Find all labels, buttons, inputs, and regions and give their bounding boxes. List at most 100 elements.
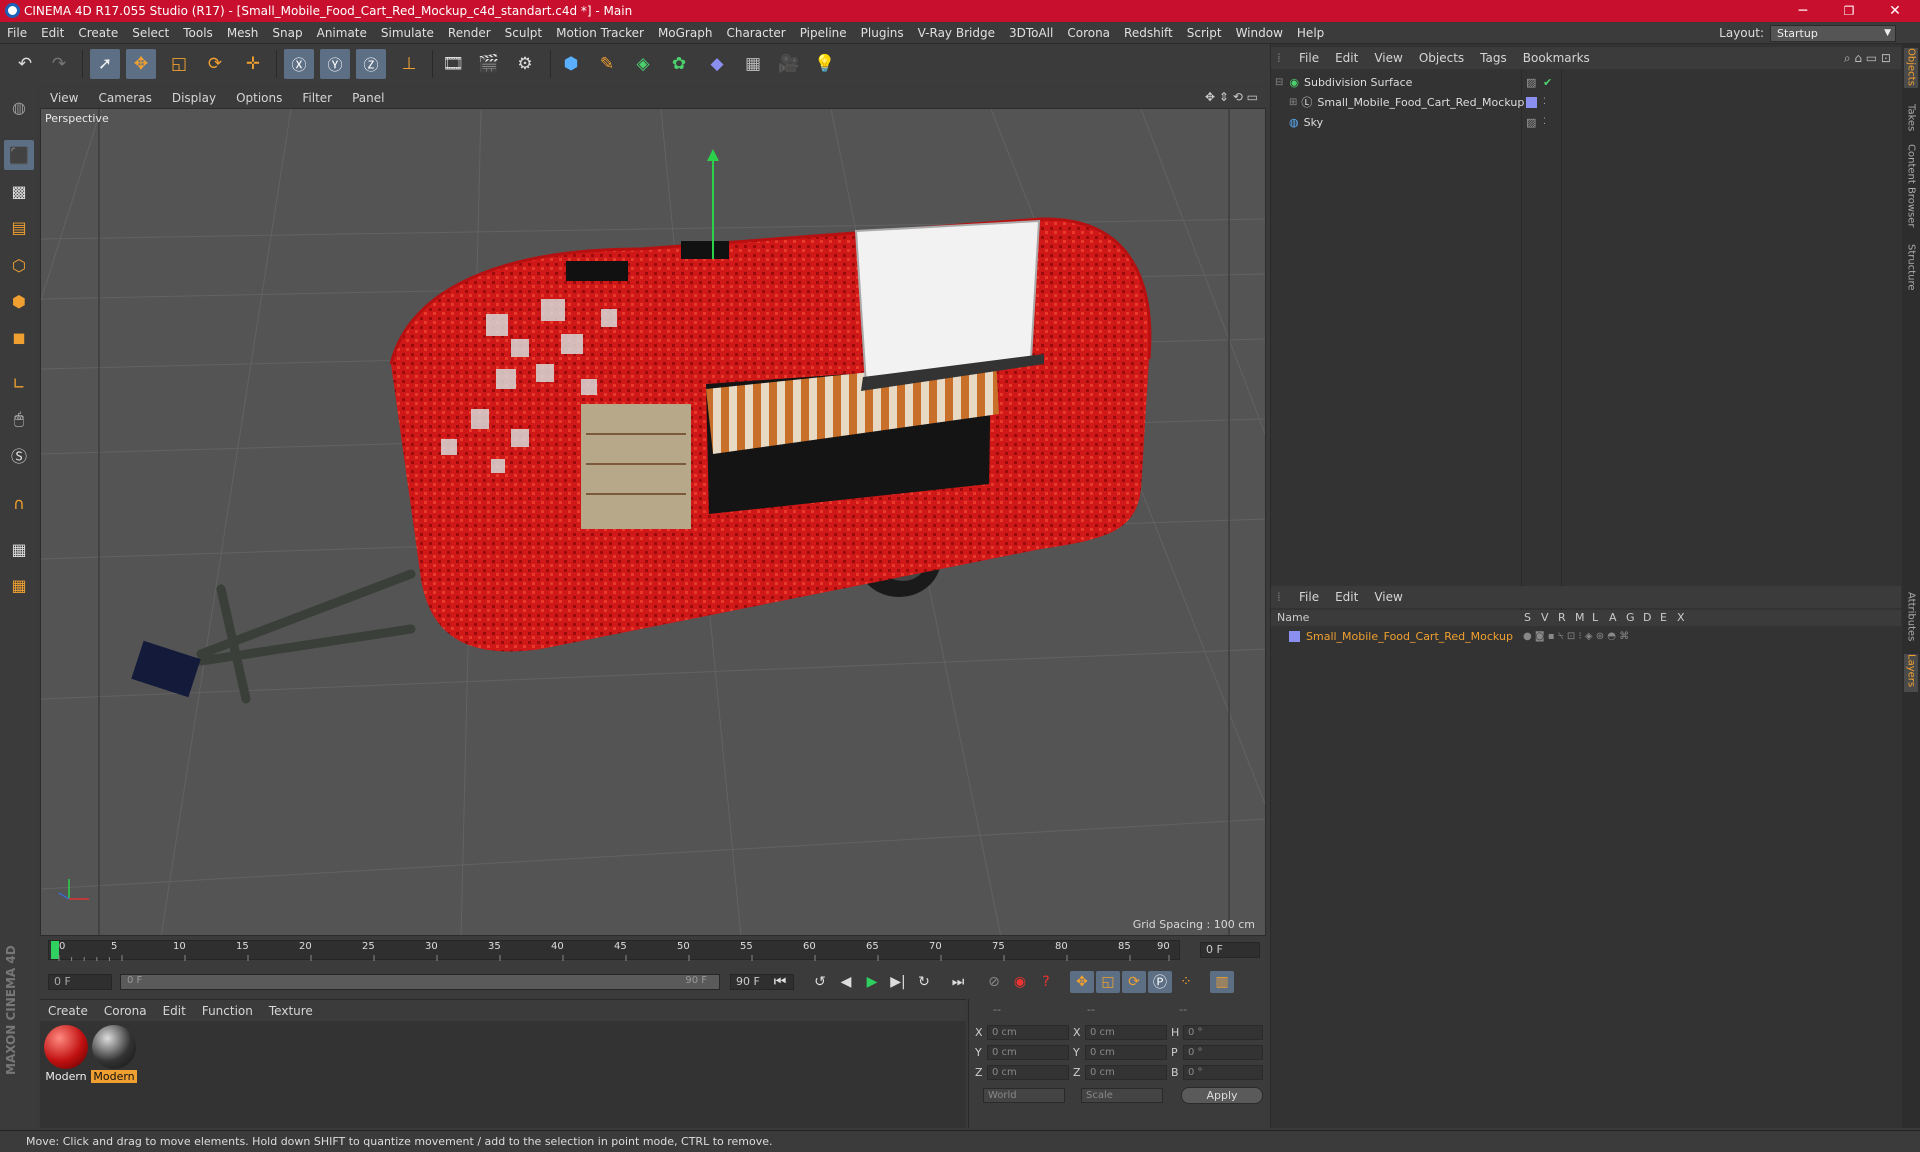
go-to-end-icon[interactable]: ⏭	[946, 971, 970, 993]
texture-mode-icon[interactable]: ▩	[4, 176, 34, 206]
menu-window[interactable]: Window	[1229, 26, 1290, 40]
collapse-icon[interactable]: ⊟	[1275, 77, 1283, 88]
edges-mode-icon[interactable]: ⬢	[4, 286, 34, 316]
rotate-tool-icon[interactable]: ⟳	[200, 49, 230, 79]
go-to-start-icon[interactable]: ⏮	[768, 971, 792, 993]
timeline-ruler[interactable]: 0 5 10 15 20 25 30 35 40 45 50 55 60 65 …	[40, 936, 1266, 964]
rotation-b-field[interactable]: 0 °	[1183, 1065, 1263, 1080]
layer-col-name[interactable]: Name	[1277, 611, 1309, 624]
render-settings-icon[interactable]: ⚙	[510, 49, 540, 79]
tweak-mode-icon[interactable]: 🖱	[4, 404, 34, 434]
material-menu-function[interactable]: Function	[194, 1004, 261, 1018]
menu-sculpt[interactable]: Sculpt	[498, 26, 549, 40]
expand-icon[interactable]: ⊞	[1289, 97, 1297, 108]
key-parameter-icon[interactable]: Ⓟ	[1148, 971, 1172, 993]
layer-col-g[interactable]: G	[1626, 611, 1635, 624]
cube-primitive-icon[interactable]: ⬢	[556, 49, 586, 79]
axis-mode-icon[interactable]: ∟	[4, 368, 34, 398]
material-menu-texture[interactable]: Texture	[261, 1004, 321, 1018]
snap-icon[interactable]: Ⓢ	[4, 440, 34, 470]
world-dropdown[interactable]: World	[983, 1088, 1065, 1103]
layer-menu-edit[interactable]: Edit	[1327, 590, 1366, 604]
tab-content-browser[interactable]: Content Browser	[1904, 144, 1918, 234]
layer-menu-file[interactable]: File	[1291, 590, 1327, 604]
position-y-field[interactable]: 0 cm	[987, 1045, 1069, 1060]
viewport-nav-icons[interactable]: ✥ ⇕ ⟲ ▭	[1205, 90, 1258, 104]
key-pla-icon[interactable]: ⁘	[1174, 971, 1198, 993]
object-menu-tags[interactable]: Tags	[1472, 51, 1515, 65]
object-menu-file[interactable]: File	[1291, 51, 1327, 65]
menu-tools[interactable]: Tools	[176, 26, 220, 40]
camera-icon[interactable]: 🎥	[774, 49, 804, 79]
planar-workplane-icon[interactable]: ▦	[4, 570, 34, 600]
key-scale-icon[interactable]: ◱	[1096, 971, 1120, 993]
layer-menu-view[interactable]: View	[1366, 590, 1410, 604]
layer-color-swatch[interactable]	[1526, 96, 1537, 108]
layer-col-s[interactable]: S	[1524, 611, 1531, 624]
scale-tool-icon[interactable]: ◱	[164, 49, 194, 79]
timeline-window-icon[interactable]: ▥	[1210, 971, 1234, 993]
panel-grip-icon[interactable]: ⁞	[1277, 51, 1291, 65]
viewport-menu-display[interactable]: Display	[162, 91, 226, 105]
polygons-mode-icon[interactable]: ◼	[4, 322, 34, 352]
next-frame-icon[interactable]: ▶|	[886, 971, 910, 993]
play-icon[interactable]: ▶	[860, 971, 884, 993]
layer-col-l[interactable]: L	[1592, 611, 1598, 624]
floor-scene-icon[interactable]: ▦	[738, 49, 768, 79]
layer-col-x[interactable]: X	[1677, 611, 1685, 624]
panel-grip-icon[interactable]: ⁞	[1277, 590, 1291, 604]
deformer-icon[interactable]: ◆	[702, 49, 732, 79]
rotation-p-field[interactable]: 0 °	[1183, 1045, 1263, 1060]
object-menu-bookmarks[interactable]: Bookmarks	[1515, 51, 1598, 65]
perspective-viewport[interactable]: Perspective Grid Spacing : 100 cm	[40, 108, 1266, 936]
tab-structure[interactable]: Structure	[1904, 244, 1918, 294]
undo-icon[interactable]: ↶	[10, 49, 40, 79]
position-z-field[interactable]: 0 cm	[987, 1065, 1069, 1080]
menu-snap[interactable]: Snap	[265, 26, 309, 40]
enabled-check-icon[interactable]: ✔	[1543, 76, 1552, 89]
material-swatch[interactable]: Modern	[43, 1024, 89, 1083]
restore-button[interactable]: ❐	[1826, 0, 1872, 22]
object-row-sky[interactable]: ◍ Sky ▨ ⁚	[1271, 112, 1901, 132]
menu-help[interactable]: Help	[1290, 26, 1331, 40]
layer-col-m[interactable]: M	[1575, 611, 1585, 624]
z-axis-lock-icon[interactable]: Ⓩ	[356, 49, 386, 79]
menu-animate[interactable]: Animate	[310, 26, 374, 40]
menu-script[interactable]: Script	[1180, 26, 1229, 40]
menu-vray-bridge[interactable]: V-Ray Bridge	[911, 26, 1002, 40]
layer-col-r[interactable]: R	[1558, 611, 1566, 624]
object-menu-objects[interactable]: Objects	[1411, 51, 1472, 65]
menu-plugins[interactable]: Plugins	[854, 26, 911, 40]
menu-motion-tracker[interactable]: Motion Tracker	[549, 26, 651, 40]
layer-col-e[interactable]: E	[1660, 611, 1667, 624]
close-button[interactable]: ✕	[1872, 0, 1918, 22]
record-active-icon[interactable]: ◉	[1008, 971, 1032, 993]
layer-color-swatch[interactable]	[1289, 630, 1300, 642]
render-view-icon[interactable]: 🎞	[438, 49, 468, 79]
model-mode-icon[interactable]: ⬛	[4, 140, 34, 170]
y-axis-lock-icon[interactable]: Ⓨ	[320, 49, 350, 79]
record-disabled-icon[interactable]: ⊘	[982, 971, 1006, 993]
material-menu-corona[interactable]: Corona	[96, 1004, 155, 1018]
timeline-track[interactable]: 0 5 10 15 20 25 30 35 40 45 50 55 60 65 …	[48, 940, 1180, 961]
layer-col-d[interactable]: D	[1643, 611, 1651, 624]
tab-objects[interactable]: Objects	[1904, 48, 1918, 88]
material-menu-create[interactable]: Create	[40, 1004, 96, 1018]
layer-col-a[interactable]: A	[1609, 611, 1617, 624]
material-menu-edit[interactable]: Edit	[155, 1004, 194, 1018]
menu-mesh[interactable]: Mesh	[220, 26, 266, 40]
points-mode-icon[interactable]: ⬡	[4, 250, 34, 280]
layout-dropdown[interactable]: Startup ▼	[1770, 24, 1896, 42]
visibility-toggle-icon[interactable]: ⁚	[1543, 117, 1546, 127]
transform-tool-icon[interactable]: ✛	[238, 49, 268, 79]
size-z-field[interactable]: 0 cm	[1085, 1065, 1167, 1080]
visibility-dots-icon[interactable]: ▨	[1526, 76, 1536, 89]
layer-toggle-icons[interactable]: ● ◙ ▪ ⍀ ⊡ ⁝ ◈ ⊛ ◓ ⌘	[1523, 631, 1629, 642]
next-key-icon[interactable]: ↻	[912, 971, 936, 993]
menu-select[interactable]: Select	[125, 26, 176, 40]
light-icon[interactable]: 💡	[810, 49, 840, 79]
frame-range-slider[interactable]: 0 F 90 F	[120, 974, 720, 990]
cloner-mograph-icon[interactable]: ✿	[664, 49, 694, 79]
make-editable-icon[interactable]: ◍	[4, 92, 34, 122]
scale-dropdown[interactable]: Scale	[1081, 1088, 1163, 1103]
